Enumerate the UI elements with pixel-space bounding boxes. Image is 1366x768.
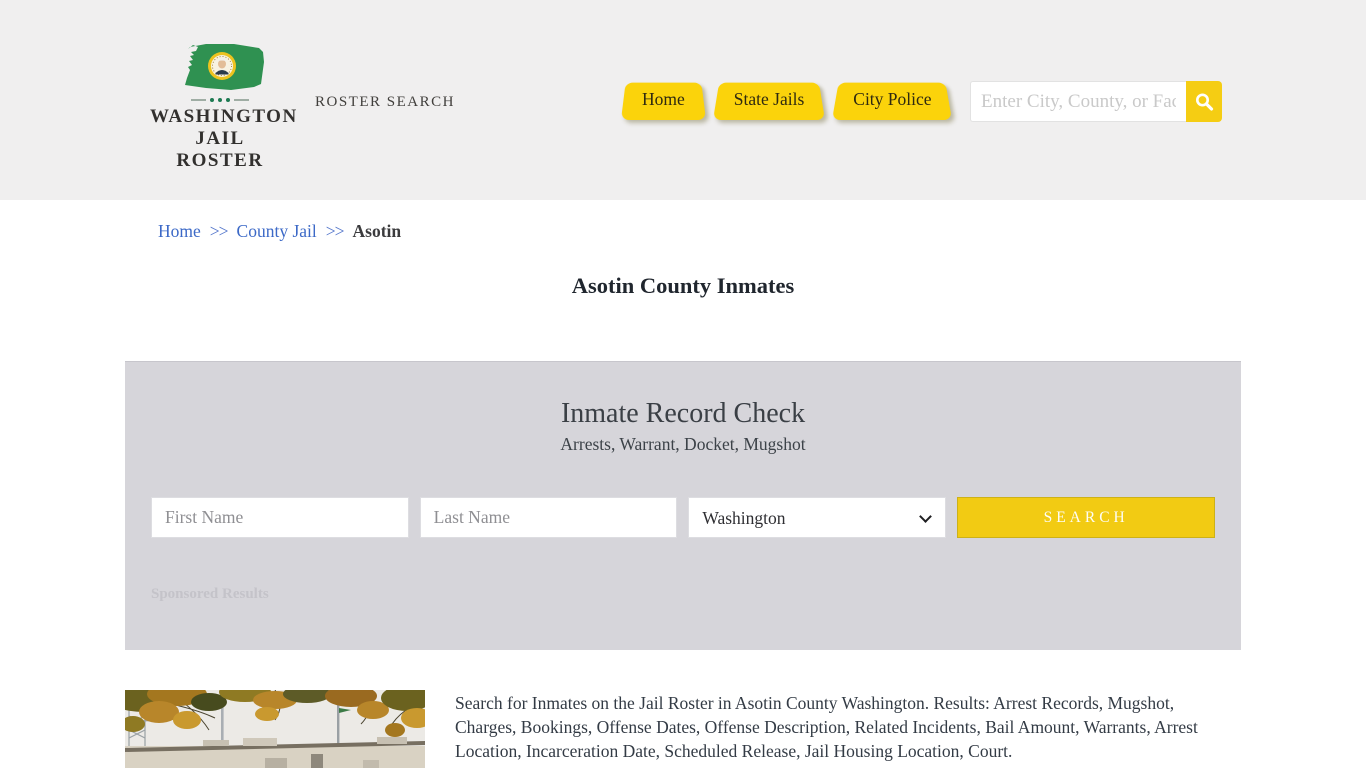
nav-item-city-police[interactable]: City Police [832, 78, 952, 120]
last-name-input[interactable] [419, 497, 678, 538]
breadcrumb-separator: >> [209, 221, 229, 241]
inmate-search-form: Washington SEARCH [151, 497, 1215, 538]
site-header: WASHINGTON JAIL ROSTER ROSTER SEARCH Hom… [0, 0, 1366, 200]
site-tagline: ROSTER SEARCH [315, 94, 455, 110]
breadcrumb: Home >> County Jail >> Asotin [158, 221, 401, 242]
search-icon [1196, 93, 1214, 111]
nav-item-label: Home [642, 88, 685, 109]
logo-text-line1: WASHINGTON [150, 106, 298, 127]
breadcrumb-separator: >> [325, 221, 345, 241]
site-logo[interactable]: WASHINGTON JAIL ROSTER [150, 40, 296, 172]
state-select[interactable]: Washington [688, 497, 947, 538]
page-title: Asotin County Inmates [571, 273, 795, 298]
breadcrumb-link-county-jail[interactable]: County Jail [237, 221, 317, 241]
inmate-record-check-panel: Inmate Record Check Arrests, Warrant, Do… [125, 361, 1241, 650]
page: WASHINGTON JAIL ROSTER ROSTER SEARCH Hom… [0, 0, 1366, 768]
panel-title: Inmate Record Check [560, 398, 806, 429]
logo-divider [150, 98, 290, 102]
logo-text-line2: JAIL ROSTER [176, 127, 264, 171]
nav-item-label: State Jails [733, 88, 805, 109]
nav-item-label: City Police [853, 88, 932, 109]
about-text: Search for Inmates on the Jail Roster in… [455, 693, 1198, 761]
jail-building-photo-image [125, 690, 425, 768]
nav-item-state-jails[interactable]: State Jails [713, 78, 825, 120]
breadcrumb-current: Asotin [352, 221, 402, 241]
main-nav: Home State Jails City Police [621, 78, 953, 120]
facility-search-input[interactable] [970, 81, 1186, 122]
first-name-input[interactable] [151, 497, 409, 538]
nav-item-home[interactable]: Home [621, 78, 706, 120]
breadcrumb-link-home[interactable]: Home [158, 221, 201, 241]
state-select-wrap: Washington [688, 497, 947, 538]
facility-search-button[interactable] [1186, 81, 1222, 122]
panel-subtitle: Arrests, Warrant, Docket, Mugshot [560, 434, 806, 454]
sponsored-results-label: Sponsored Results [151, 586, 269, 602]
washington-state-seal-icon [185, 44, 264, 90]
jail-photo [125, 690, 425, 768]
facility-search-bar [970, 81, 1222, 122]
search-button[interactable]: SEARCH [957, 497, 1215, 538]
